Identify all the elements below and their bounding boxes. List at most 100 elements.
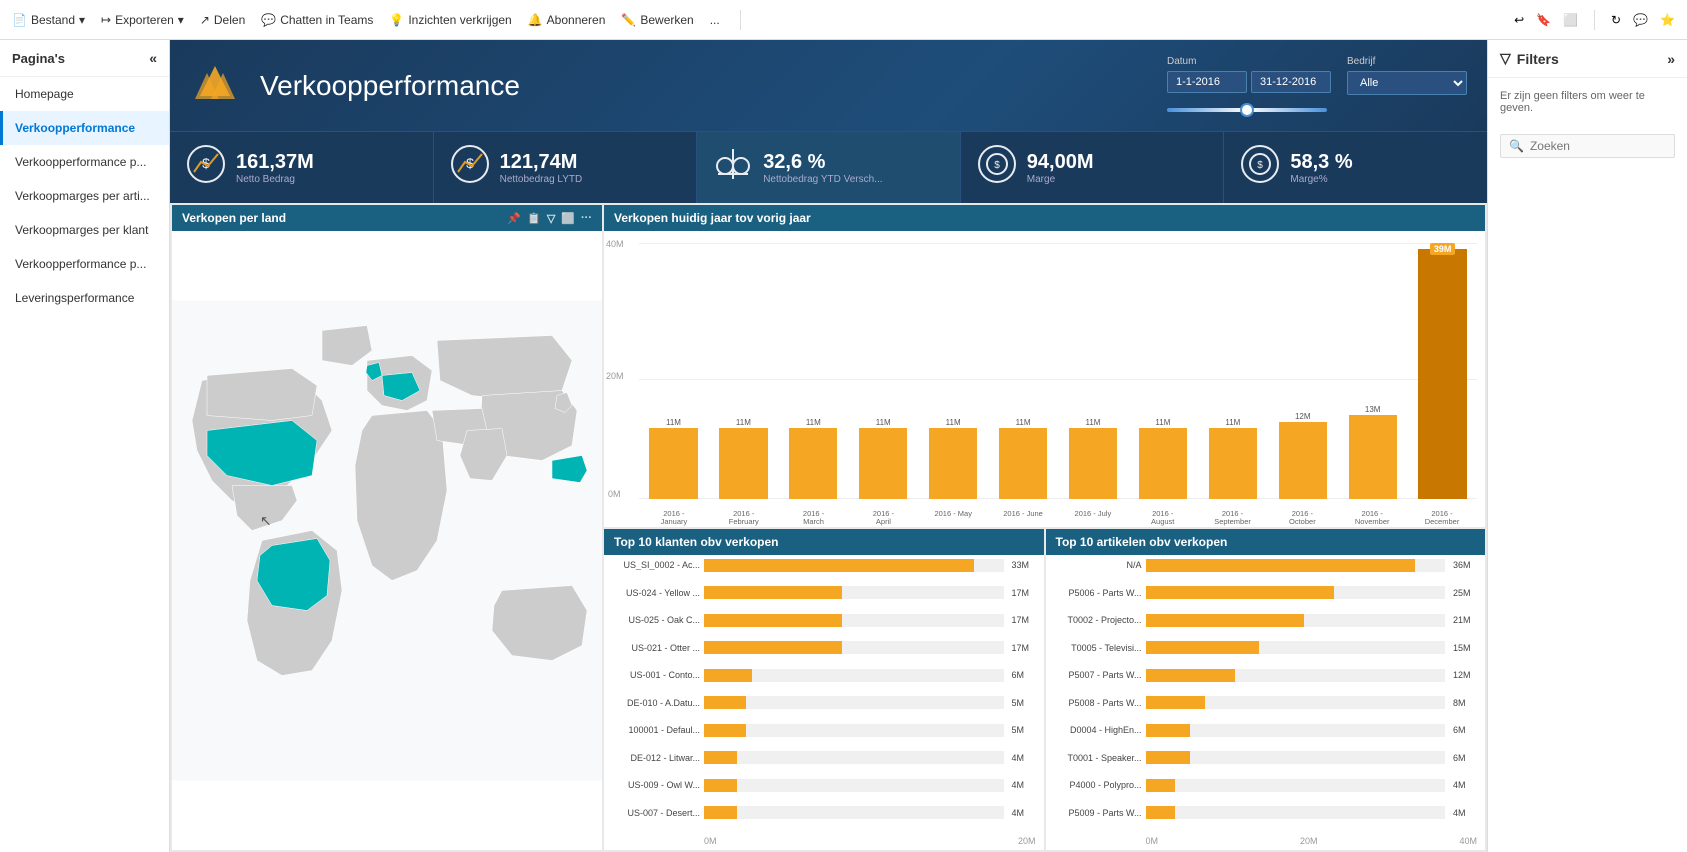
hbar-bar <box>1146 696 1206 709</box>
sidebar-item-leveringsperformance[interactable]: Leveringsperformance <box>0 281 169 315</box>
top10-customers-header: Top 10 klanten obv verkopen <box>604 529 1044 555</box>
hbar-bar <box>704 751 737 764</box>
filter-icon[interactable]: ▽ <box>547 212 555 225</box>
sidebar-item-verkoopmarges-arti[interactable]: Verkoopmarges per arti... <box>0 179 169 213</box>
hbar-bar <box>704 559 974 572</box>
kpi-icon-5: $ <box>1240 144 1280 191</box>
bar-group-sep: 11M <box>1198 243 1267 499</box>
bar-group-oct: 12M <box>1268 243 1337 499</box>
bar-jun <box>999 428 1047 498</box>
file-icon: 📄 <box>12 13 27 27</box>
hbar-bar <box>704 669 752 682</box>
sidebar-item-verkoopperformance-p2[interactable]: Verkoopperformance p... <box>0 247 169 281</box>
sidebar-item-homepage[interactable]: Homepage <box>0 77 169 111</box>
kpi-nettobedrag-lytd: $ 121,74M Nettobedrag LYTD <box>434 132 698 203</box>
toolbar-item-bewerken[interactable]: ✏️ Bewerken <box>621 13 693 27</box>
more-icon[interactable]: ··· <box>581 212 592 225</box>
chart-header-icons[interactable]: 📌 📋 ▽ ⬜ ··· <box>507 212 592 225</box>
hbar-row: T0002 - Projecto...21M <box>1054 614 1478 627</box>
toolbar-item-bestand[interactable]: 📄 Bestand ▾ <box>12 13 85 27</box>
toolbar-item-teams[interactable]: 💬 Chatten in Teams <box>261 13 373 27</box>
filter-search-input[interactable] <box>1530 139 1666 153</box>
dashboard-filters: Datum Bedrijf Alle <box>1167 56 1467 115</box>
bar-group-dec: 39M <box>1408 243 1477 499</box>
filter-bedrijf-select[interactable]: Alle <box>1347 71 1467 95</box>
star-icon[interactable]: ⭐ <box>1660 13 1675 27</box>
toolbar-separator <box>740 10 741 30</box>
top10-customers-panel: Top 10 klanten obv verkopen US_SI_0002 -… <box>604 529 1044 851</box>
bar-sep <box>1209 428 1257 498</box>
kpi-value-5: 58,3 % <box>1290 151 1352 174</box>
map-panel: Verkopen per land 📌 📋 ▽ ⬜ ··· <box>172 205 602 850</box>
right-panel-header: ▽ Filters » <box>1488 40 1687 78</box>
kpi-marge: $ 94,00M Marge <box>961 132 1225 203</box>
kpi-label-2: Nettobedrag LYTD <box>500 174 583 185</box>
hbar-row: N/A36M <box>1054 559 1478 572</box>
kpi-value-2: 121,74M <box>500 151 583 174</box>
hbar-bar <box>1146 806 1176 819</box>
hbar-bar <box>1146 669 1236 682</box>
hbar-bar <box>704 779 737 792</box>
hbar-row: T0005 - Televisi...15M <box>1054 641 1478 654</box>
bar-mar <box>789 428 837 498</box>
charts-area: Verkopen per land 📌 📋 ▽ ⬜ ··· <box>170 203 1487 852</box>
hbar-row: US_SI_0002 - Ac...33M <box>612 559 1036 572</box>
customers-bars: US_SI_0002 - Ac...33M US-024 - Yellow ...… <box>612 559 1036 847</box>
bookmark-icon[interactable]: 🔖 <box>1536 13 1551 27</box>
toolbar-item-delen[interactable]: ↗ Delen <box>200 13 245 27</box>
top10-customers-body: US_SI_0002 - Ac...33M US-024 - Yellow ...… <box>604 555 1044 851</box>
toolbar-item-more[interactable]: ... <box>710 13 720 27</box>
hbar-row: US-024 - Yellow ...17M <box>612 586 1036 599</box>
undo-icon[interactable]: ↩ <box>1514 13 1524 27</box>
right-filter-panel: ▽ Filters » Er zijn geen filters om weer… <box>1487 40 1687 852</box>
subscribe-icon: 🔔 <box>528 13 543 27</box>
kpi-row: $ 161,37M Netto Bedrag $ <box>170 131 1487 203</box>
bottom-charts: Top 10 klanten obv verkopen US_SI_0002 -… <box>604 529 1485 851</box>
expand-icon[interactable]: ⬜ <box>561 212 575 225</box>
main-layout: Pagina's « Homepage Verkoopperformance V… <box>0 40 1687 852</box>
dashboard: Verkoopperformance Datum Be <box>170 40 1487 852</box>
filter-datum-slider[interactable] <box>1167 108 1327 112</box>
map-chart-header: Verkopen per land 📌 📋 ▽ ⬜ ··· <box>172 205 602 231</box>
sidebar-item-verkoopperformance[interactable]: Verkoopperformance <box>0 111 169 145</box>
copy-icon[interactable]: 📋 <box>527 212 541 225</box>
right-panel-expand[interactable]: » <box>1667 51 1675 67</box>
window-icon[interactable]: ⬜ <box>1563 13 1578 27</box>
sidebar-header: Pagina's « <box>0 40 169 77</box>
chevron-icon: ▾ <box>178 13 184 27</box>
hbar-row: US-007 - Desert...4M <box>612 806 1036 819</box>
hbar-bar <box>704 806 737 819</box>
right-charts: Verkopen huidig jaar tov vorig jaar 40M … <box>604 205 1485 850</box>
sidebar-item-verkoopperformance-p1[interactable]: Verkoopperformance p... <box>0 145 169 179</box>
svg-text:↖: ↖ <box>260 513 272 529</box>
pin-icon[interactable]: 📌 <box>507 212 521 225</box>
bar-dec <box>1418 249 1466 498</box>
refresh-icon[interactable]: ↻ <box>1611 13 1621 27</box>
hbar-bar <box>1146 559 1416 572</box>
bar-group-apr: 11M <box>849 243 918 499</box>
sidebar: Pagina's « Homepage Verkoopperformance V… <box>0 40 170 852</box>
filter-datum-to[interactable] <box>1251 71 1331 93</box>
svg-text:$: $ <box>994 160 1000 171</box>
toolbar-item-inzichten[interactable]: 💡 Inzichten verkrijgen <box>389 13 511 27</box>
comment-icon[interactable]: 💬 <box>1633 13 1648 27</box>
kpi-label-3: Nettobedrag YTD Versch... <box>763 174 882 185</box>
toolbar-item-abonneren[interactable]: 🔔 Abonneren <box>528 13 606 27</box>
hbar-bar <box>704 724 746 737</box>
kpi-icon-2: $ <box>450 144 490 191</box>
bar-feb <box>719 428 767 498</box>
sidebar-item-verkoopmarges-klant[interactable]: Verkoopmarges per klant <box>0 213 169 247</box>
top10-articles-panel: Top 10 artikelen obv verkopen N/A36M P500… <box>1046 529 1486 851</box>
hbar-bar <box>704 586 842 599</box>
top10-articles-header: Top 10 artikelen obv verkopen <box>1046 529 1486 555</box>
bar-jan <box>649 428 697 498</box>
kpi-marge-pct: $ 58,3 % Marge% <box>1224 132 1487 203</box>
search-icon: 🔍 <box>1509 139 1524 153</box>
hbar-bar <box>704 696 746 709</box>
toolbar-item-exporteren[interactable]: ↦ Exporteren ▾ <box>101 13 184 27</box>
hbar-row: T0001 - Speaker...6M <box>1054 751 1478 764</box>
sidebar-collapse-icon[interactable]: « <box>149 50 157 66</box>
y-label-40m: 40M <box>606 239 624 249</box>
hbar-row: P5006 - Parts W...25M <box>1054 586 1478 599</box>
filter-datum-from[interactable] <box>1167 71 1247 93</box>
